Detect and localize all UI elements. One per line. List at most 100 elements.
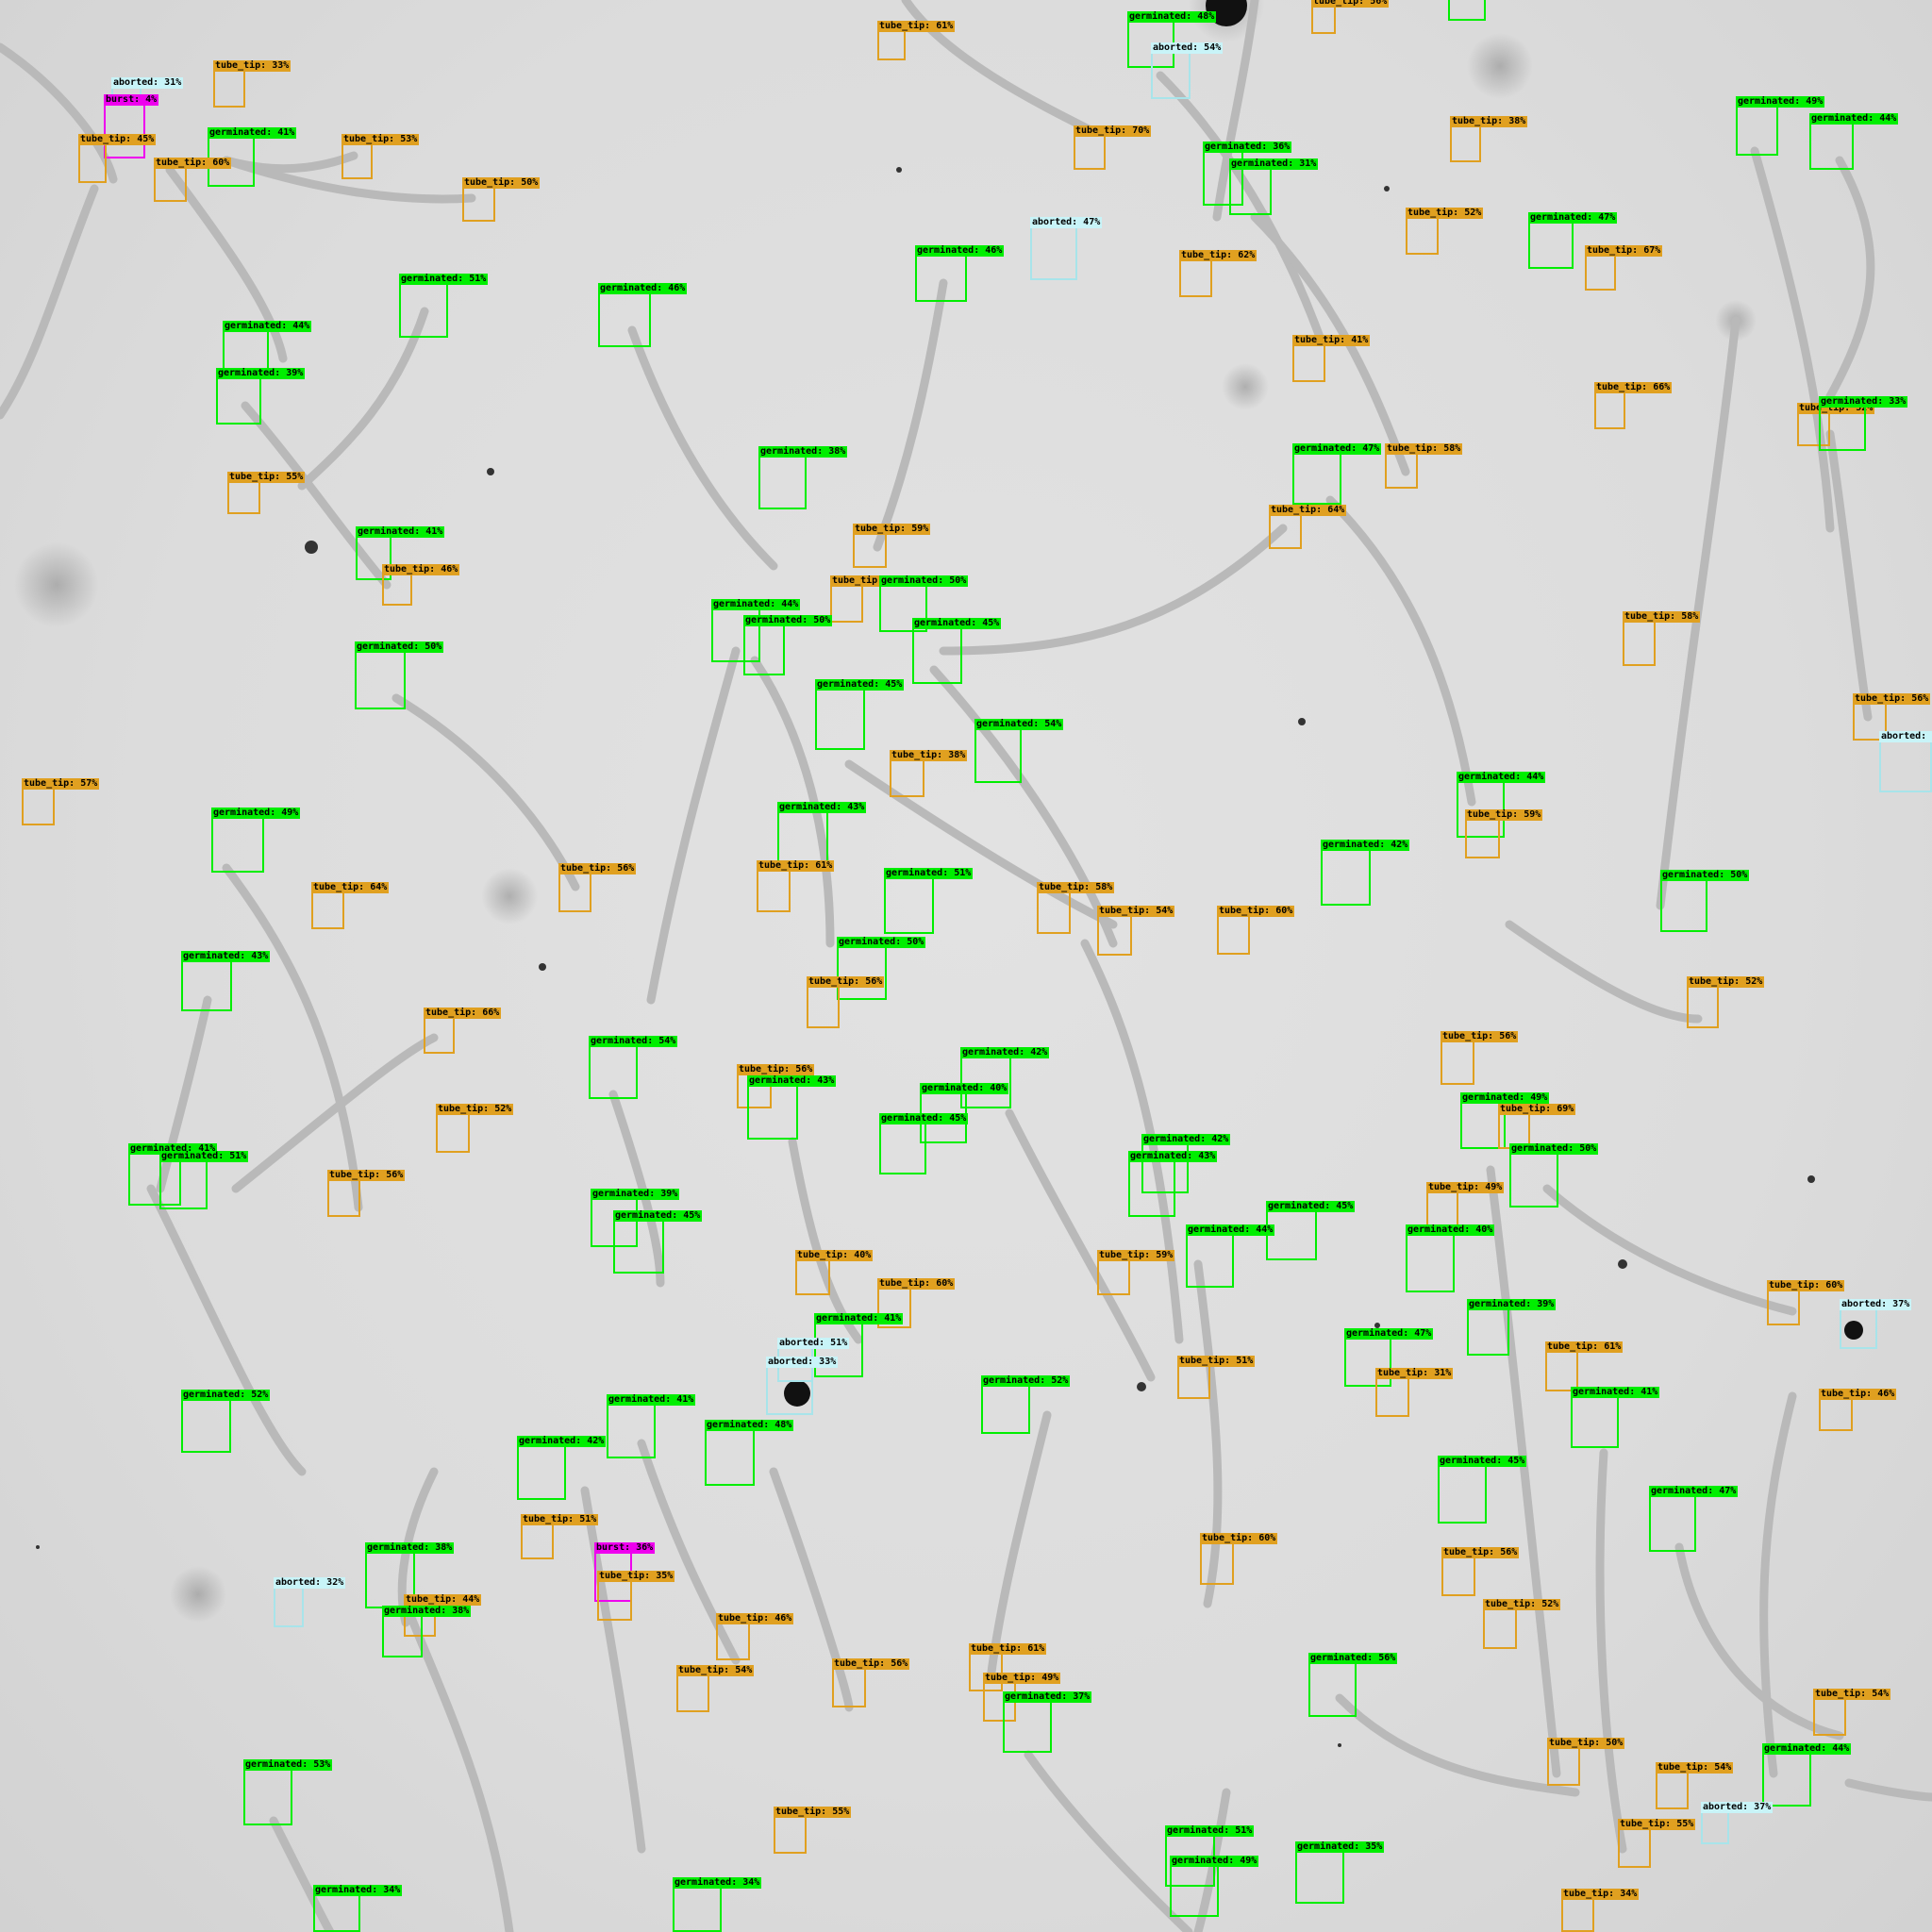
detection-box-germinated: germinated: 53% [243,1759,333,1825]
detection-box-germinated: germinated: 52% [981,1375,1071,1434]
detection-label: tube_tip: 54% [676,1665,755,1676]
detection-box-germinated: germinated: 43% [747,1075,837,1140]
detection-label: tube_tip: 60% [1217,906,1295,917]
detection-box-burst: burst: 4% [104,94,159,158]
detection-box-germinated: germinated: 34% [673,1877,762,1932]
detection-box-germinated: germinated: 54% [974,719,1064,783]
detection-label: germinated: 50% [879,575,969,587]
detection-label: germinated: 42% [1321,840,1410,851]
detection-label: germinated: 39% [1467,1299,1557,1310]
detection-box-germinated: germinated: 38% [382,1606,472,1657]
detection-label: tube_tip: 49% [983,1673,1061,1684]
detection-label: germinated: 44% [1809,113,1899,125]
detection-label: aborted: 54% [1151,42,1224,54]
detection-box-tube-tip: tube_tip: 46% [1819,1389,1897,1431]
detection-label: germinated: 49% [211,808,301,819]
detection-label: aborted: 47% [1030,217,1103,228]
detection-label: tube_tip: 66% [1594,382,1673,393]
detection-box-germinated: germinated: 38% [758,446,848,509]
detection-box-tube-tip: tube_tip: 33% [213,60,291,108]
detection-box-germinated: germinated: 45% [1438,1456,1527,1524]
detection-box-germinated: germinated: 47% [1649,1486,1739,1552]
detection-label: tube_tip: 53% [341,134,420,145]
detection-label: tube_tip: 31% [1375,1368,1454,1379]
detection-box-germinated: germinated: 36% [1448,0,1486,21]
detection-label: tube_tip: 56% [558,863,637,874]
detection-box-tube-tip: tube_tip: 55% [774,1807,852,1854]
detection-label: germinated: 38% [758,446,848,458]
detection-box-tube-tip: tube_tip: 46% [716,1613,794,1660]
detection-box-tube-tip: tube_tip: 52% [1687,976,1765,1028]
detection-box-germinated: germinated: 46% [598,283,688,347]
detection-label: burst: 36% [594,1542,656,1554]
detection-box-germinated: germinated: 47% [1292,443,1382,505]
detection-box-germinated: germinated: 50% [1509,1143,1599,1208]
detection-label: tube_tip: 61% [877,21,956,32]
detection-box-tube-tip: tube_tip: 35% [597,1571,675,1621]
detection-box-tube-tip: tube_tip: 70% [1074,125,1152,170]
detection-box-germinated: germinated: 41% [607,1394,696,1458]
detection-box-tube-tip: tube_tip: 66% [424,1008,502,1054]
detection-label: germinated: 40% [1406,1224,1495,1236]
detection-box-tube-tip: tube_tip: 56% [807,976,885,1028]
detection-label: tube_tip: 56% [807,976,885,988]
detection-label: tube_tip: 56% [832,1658,910,1670]
detection-label: tube_tip: 55% [1618,1819,1696,1830]
detection-box-germinated: germinated: 56% [1308,1653,1398,1717]
detection-label: germinated: 41% [814,1313,904,1324]
detection-box-tube-tip: tube_tip: 61% [877,21,956,60]
detection-box-tube-tip: tube_tip: 59% [1097,1250,1175,1295]
detection-box-germinated: germinated: 34% [313,1885,403,1932]
detection-box-germinated: germinated: 31% [1229,158,1319,215]
detection-box-aborted: aborted: 37% [1701,1802,1774,1844]
detection-label: aborted: 33% [766,1357,839,1368]
detection-label: germinated: 41% [1571,1387,1660,1398]
detection-label: burst: 4% [104,94,159,106]
detection-box-tube-tip: tube_tip: 66% [1594,382,1673,429]
detection-label: tube_tip: 44% [404,1594,482,1606]
detection-label: tube_tip: 52% [436,1104,514,1115]
detection-box-germinated: germinated: 45% [912,618,1002,684]
detection-box-germinated: germinated: 40% [1406,1224,1495,1292]
detection-box-germinated: germinated: 51% [399,274,489,338]
detection-box-germinated: germinated: 54% [589,1036,678,1099]
detection-box-tube-tip: tube_tip: 45% [78,134,157,183]
detection-label: tube_tip: 51% [1177,1356,1256,1367]
detection-label: germinated: 48% [1127,11,1217,23]
detection-label: tube_tip: 56% [1311,0,1390,8]
detection-label: germinated: 47% [1649,1486,1739,1497]
detection-box-tube-tip: tube_tip: 38% [890,750,968,797]
detection-box-germinated: germinated: 39% [1467,1299,1557,1356]
detection-box-germinated: germinated: 49% [1736,96,1825,156]
detection-box-tube-tip: tube_tip: 31% [1375,1368,1454,1417]
detection-label: tube_tip: 58% [1623,611,1701,623]
detection-label: germinated: 45% [879,1113,969,1124]
detection-box-tube-tip: tube_tip: 50% [462,177,541,222]
detection-box-tube-tip: tube_tip: 38% [1450,116,1528,162]
detection-box-tube-tip: tube_tip: 60% [1200,1533,1278,1585]
detection-box-tube-tip: tube_tip: 56% [1441,1547,1520,1596]
detection-box-tube-tip: tube_tip: 58% [1623,611,1701,666]
detection-label: germinated: 52% [981,1375,1071,1387]
detection-label: tube_tip: 54% [1656,1762,1734,1774]
detection-box-germinated: germinated: 45% [815,679,905,750]
detection-label: tube_tip: 54% [1097,906,1175,917]
detection-label: germinated: 44% [223,321,312,332]
detection-box-tube-tip: tube_tip: 56% [832,1658,910,1707]
detection-box-aborted: aborted: 54% [1151,42,1224,99]
detection-label: tube_tip: 52% [1483,1599,1561,1610]
detection-label: germinated: 39% [591,1189,680,1200]
detection-box-germinated: germinated: 33% [1819,396,1908,451]
detection-label: germinated: 43% [181,951,271,962]
detection-label: aborted: 37% [1840,1299,1912,1310]
detection-label: germinated: 31% [1229,158,1319,170]
detection-box-tube-tip: tube_tip: 51% [521,1514,599,1559]
detection-label: germinated: 51% [884,868,974,879]
detection-label: germinated: 38% [365,1542,455,1554]
detection-box-germinated: germinated: 45% [613,1210,703,1274]
detection-label: germinated: 56% [1308,1653,1398,1664]
detection-box-germinated: germinated: 43% [1128,1151,1218,1217]
detection-label: germinated: 41% [356,526,445,538]
detection-box-germinated: germinated: 52% [181,1390,271,1453]
detection-label: germinated: 43% [777,802,867,813]
